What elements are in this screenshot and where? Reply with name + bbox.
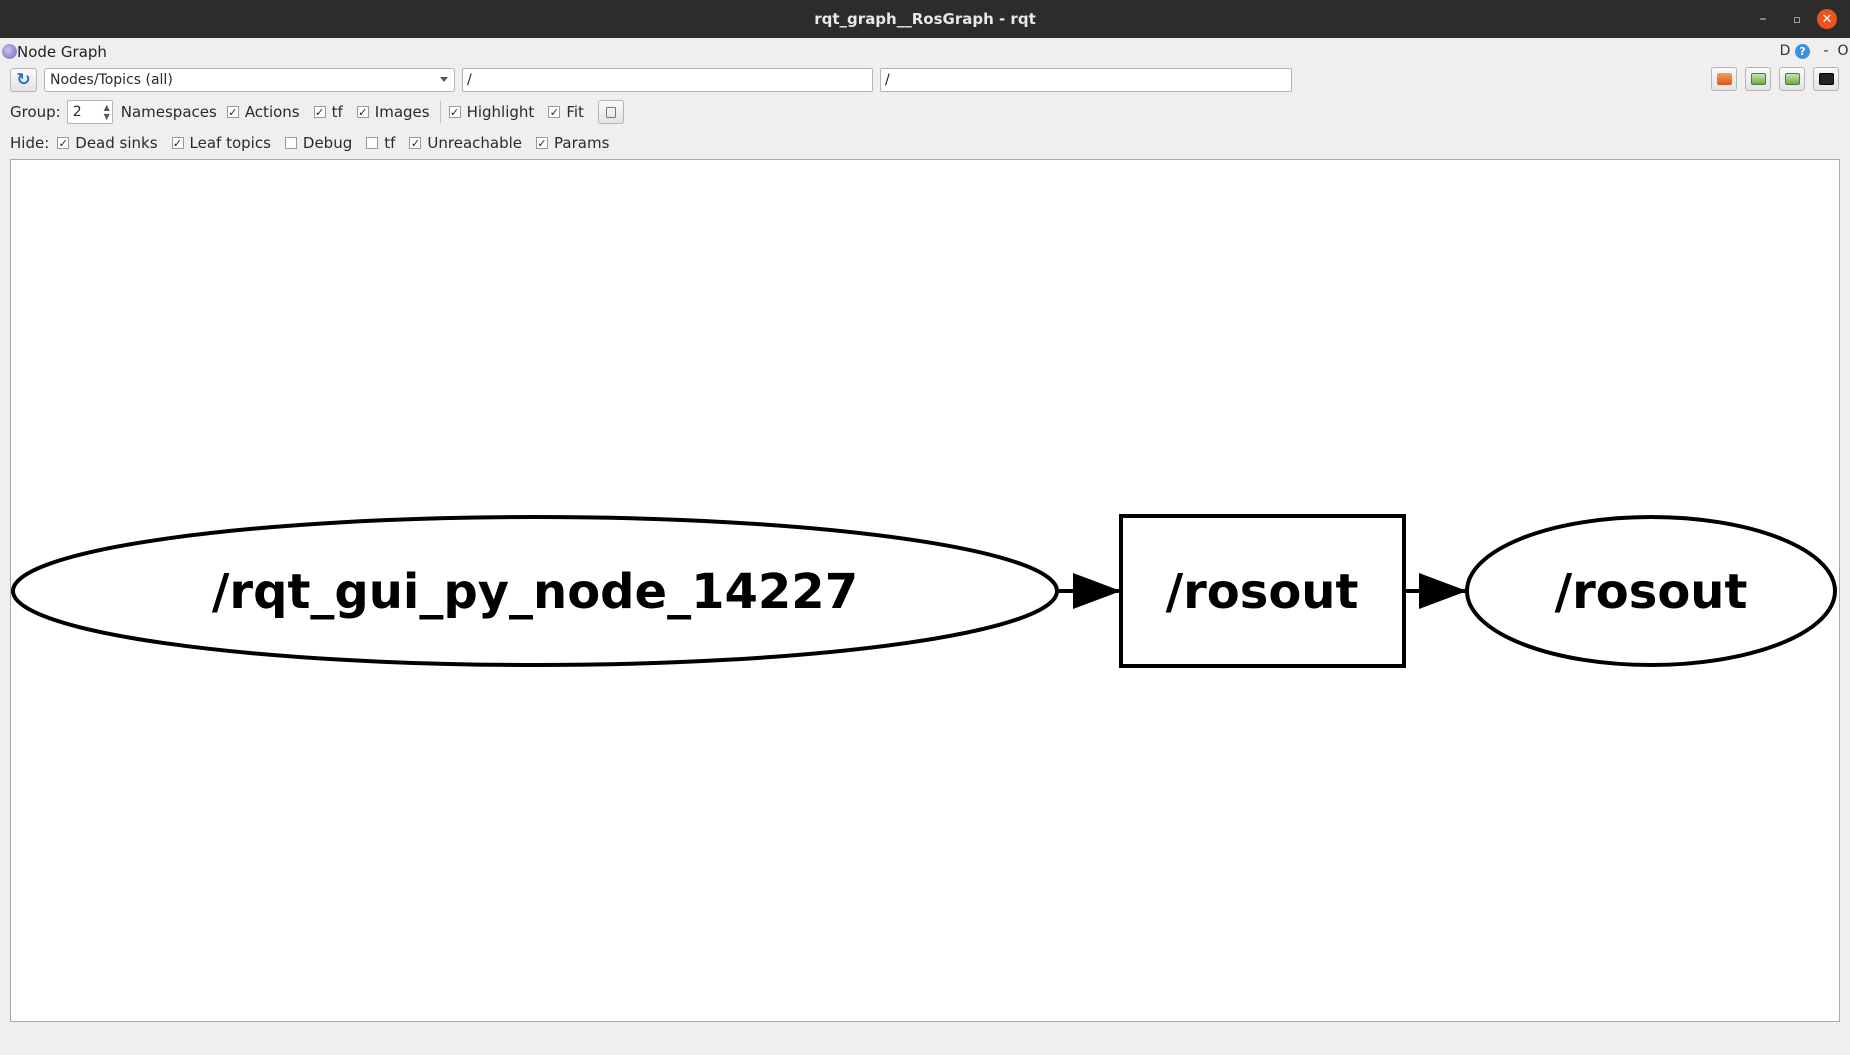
params-label: Params xyxy=(554,134,610,152)
hide-tf-label: tf xyxy=(384,134,396,152)
graph-mode-value: Nodes/Topics (all) xyxy=(50,72,173,88)
load-dot-icon xyxy=(1716,73,1732,85)
fit-check[interactable]: ✓ xyxy=(548,106,561,118)
save-dot-icon xyxy=(1750,73,1766,85)
rqt-plugin-icon xyxy=(2,44,17,59)
images-check[interactable]: ✓ xyxy=(356,106,369,118)
refresh-button[interactable]: ↻ xyxy=(10,68,37,92)
load-dot-button[interactable] xyxy=(1711,67,1737,91)
actions-checkbox[interactable]: ✓ Actions xyxy=(226,103,300,121)
node-filter-input[interactable] xyxy=(462,68,873,92)
images-label: Images xyxy=(374,103,430,121)
debug-label: Debug xyxy=(302,134,353,152)
dead-sinks-checkbox[interactable]: ✓ Dead sinks xyxy=(57,134,158,152)
debug-checkbox[interactable]: Debug xyxy=(284,134,353,152)
hide-row: Hide: ✓ Dead sinks ✓ Leaf topics Debug t… xyxy=(10,130,609,156)
save-svg-icon xyxy=(1784,73,1800,85)
save-image-icon xyxy=(1818,73,1834,85)
dock-minimize-button[interactable]: - xyxy=(1819,43,1833,59)
spin-arrows-icon[interactable]: ▲ ▼ xyxy=(104,103,110,121)
separator xyxy=(439,101,441,123)
save-image-button[interactable] xyxy=(1813,67,1839,91)
topic-filter-input[interactable] xyxy=(880,68,1292,92)
group-spinbox[interactable]: 2 ▲ ▼ xyxy=(66,100,113,124)
graph-edge[interactable] xyxy=(1406,573,1467,609)
hide-tf-checkbox[interactable]: tf xyxy=(366,134,395,152)
graph-topic-box[interactable]: /rosout xyxy=(1119,514,1406,668)
fit-checkbox[interactable]: ✓ Fit xyxy=(548,103,584,121)
fit-in-view-button[interactable] xyxy=(597,100,624,124)
options-row: Group: 2 ▲ ▼ Namespaces ✓ Actions ✓ tf ✓ … xyxy=(10,99,624,125)
dead-sinks-check[interactable]: ✓ xyxy=(57,137,70,149)
dock-buttons: D ? - O xyxy=(1778,43,1850,59)
dead-sinks-label: Dead sinks xyxy=(75,134,158,152)
highlight-check[interactable]: ✓ xyxy=(448,106,461,118)
maximize-button[interactable]: ▫ xyxy=(1784,0,1810,38)
chevron-down-icon xyxy=(440,77,448,82)
namespaces-label: Namespaces xyxy=(120,103,217,121)
tf-label: tf xyxy=(331,103,343,121)
group-value: 2 xyxy=(72,104,82,120)
minimize-button[interactable]: – xyxy=(1750,0,1776,38)
graph-svg: /rqt_gui_py_node_14227 /rosout /rosout xyxy=(11,514,1837,668)
actions-check[interactable]: ✓ xyxy=(226,106,239,118)
save-dot-button[interactable] xyxy=(1745,67,1771,91)
refresh-icon: ↻ xyxy=(16,70,31,90)
graph-node-ellipse[interactable]: /rosout xyxy=(1465,515,1837,667)
group-label: Group: xyxy=(10,103,61,121)
dock-d-button[interactable]: D xyxy=(1778,43,1792,59)
graph-mode-select[interactable]: Nodes/Topics (all) xyxy=(44,68,455,92)
hide-label: Hide: xyxy=(10,134,50,152)
images-checkbox[interactable]: ✓ Images xyxy=(356,103,430,121)
toolbar-row: ↻ Nodes/Topics (all) xyxy=(0,67,1850,93)
graph-node-label: /rosout xyxy=(1555,564,1748,620)
tf-check[interactable]: ✓ xyxy=(313,106,326,118)
unreachable-label: Unreachable xyxy=(427,134,523,152)
graph-node-ellipse[interactable]: /rqt_gui_py_node_14227 xyxy=(11,515,1059,667)
save-svg-button[interactable] xyxy=(1779,67,1805,91)
graph-canvas[interactable]: /rqt_gui_py_node_14227 /rosout /rosout xyxy=(10,159,1840,1022)
hide-tf-check[interactable] xyxy=(366,137,379,149)
leaf-topics-check[interactable]: ✓ xyxy=(171,137,184,149)
help-icon[interactable]: ? xyxy=(1795,43,1810,59)
actions-label: Actions xyxy=(244,103,300,121)
dock-close-button[interactable]: O xyxy=(1836,43,1850,59)
close-button[interactable]: ✕ xyxy=(1817,9,1837,29)
params-check[interactable]: ✓ xyxy=(536,137,549,149)
window-title: rqt_graph__RosGraph - rqt xyxy=(814,10,1036,28)
graph-topic-label: /rosout xyxy=(1166,564,1359,620)
plugin-title: Node Graph xyxy=(17,43,107,61)
unreachable-check[interactable]: ✓ xyxy=(409,137,422,149)
highlight-checkbox[interactable]: ✓ Highlight xyxy=(448,103,535,121)
plugin-dock-bar: Node Graph D ? - O xyxy=(0,38,1850,65)
highlight-label: Highlight xyxy=(466,103,535,121)
debug-check[interactable] xyxy=(284,137,297,149)
unreachable-checkbox[interactable]: ✓ Unreachable xyxy=(409,134,522,152)
fit-label: Fit xyxy=(566,103,584,121)
leaf-topics-checkbox[interactable]: ✓ Leaf topics xyxy=(171,134,271,152)
tf-checkbox[interactable]: ✓ tf xyxy=(313,103,343,121)
params-checkbox[interactable]: ✓ Params xyxy=(536,134,609,152)
window-titlebar: rqt_graph__RosGraph - rqt xyxy=(0,0,1850,38)
fit-in-view-icon xyxy=(605,106,616,118)
leaf-topics-label: Leaf topics xyxy=(189,134,271,152)
graph-node-label: /rqt_gui_py_node_14227 xyxy=(212,564,858,620)
graph-edge[interactable] xyxy=(1059,573,1121,609)
